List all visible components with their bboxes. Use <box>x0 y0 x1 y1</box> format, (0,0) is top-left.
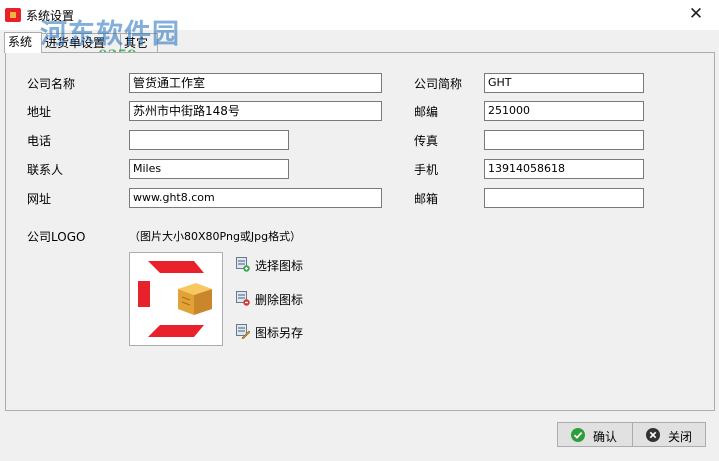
phone-input[interactable] <box>129 130 289 150</box>
company-logo-icon <box>138 261 212 337</box>
company-name-input[interactable]: 管货通工作室 <box>129 73 382 93</box>
logo-preview <box>129 252 223 346</box>
logo-size-hint: （图片大小80X80Png或Jpg格式） <box>129 230 302 243</box>
image-save-icon <box>236 324 250 339</box>
contact-input[interactable]: Miles <box>129 159 289 179</box>
close-label: 关闭 <box>668 430 693 444</box>
mobile-input[interactable]: 13914058618 <box>484 159 644 179</box>
title-bar: 系统设置 ✕ <box>0 0 719 30</box>
mobile-label: 手机 <box>414 163 439 177</box>
website-label: 网址 <box>27 192 52 206</box>
address-input[interactable]: 苏州市中街路148号 <box>129 101 382 121</box>
confirm-label: 确认 <box>593 430 618 444</box>
contact-label: 联系人 <box>27 163 64 177</box>
phone-label: 电话 <box>27 134 52 148</box>
app-logo-icon <box>5 8 21 22</box>
check-circle-icon <box>571 428 585 442</box>
address-label: 地址 <box>27 105 52 119</box>
logo-label: 公司LOGO <box>27 230 86 244</box>
email-label: 邮箱 <box>414 192 439 206</box>
window-title: 系统设置 <box>26 9 75 23</box>
fax-input[interactable] <box>484 130 644 150</box>
select-logo-label: 选择图标 <box>255 259 304 273</box>
tab-purchase-order-settings[interactable]: 进货单设置 <box>41 33 121 52</box>
fax-label: 传真 <box>414 134 439 148</box>
save-logo-label: 图标另存 <box>255 326 304 340</box>
short-name-input[interactable]: GHT <box>484 73 644 93</box>
select-logo-button[interactable]: 选择图标 <box>236 256 316 274</box>
close-button[interactable]: 关闭 <box>632 422 706 447</box>
postcode-input[interactable]: 251000 <box>484 101 644 121</box>
short-name-label: 公司简称 <box>414 77 463 91</box>
tab-other[interactable]: 其它 <box>120 33 158 52</box>
window-close-icon[interactable]: ✕ <box>673 0 719 30</box>
image-delete-icon <box>236 291 250 306</box>
save-logo-button[interactable]: 图标另存 <box>236 323 316 341</box>
delete-logo-button[interactable]: 删除图标 <box>236 290 316 308</box>
delete-logo-label: 删除图标 <box>255 293 304 307</box>
close-circle-icon <box>646 428 660 442</box>
confirm-button[interactable]: 确认 <box>557 422 641 447</box>
postcode-label: 邮编 <box>414 105 439 119</box>
company-name-label: 公司名称 <box>27 77 76 91</box>
email-input[interactable] <box>484 188 644 208</box>
tab-system[interactable]: 系统 <box>4 32 42 53</box>
image-add-icon <box>236 257 250 272</box>
website-input[interactable]: www.ght8.com <box>129 188 382 208</box>
